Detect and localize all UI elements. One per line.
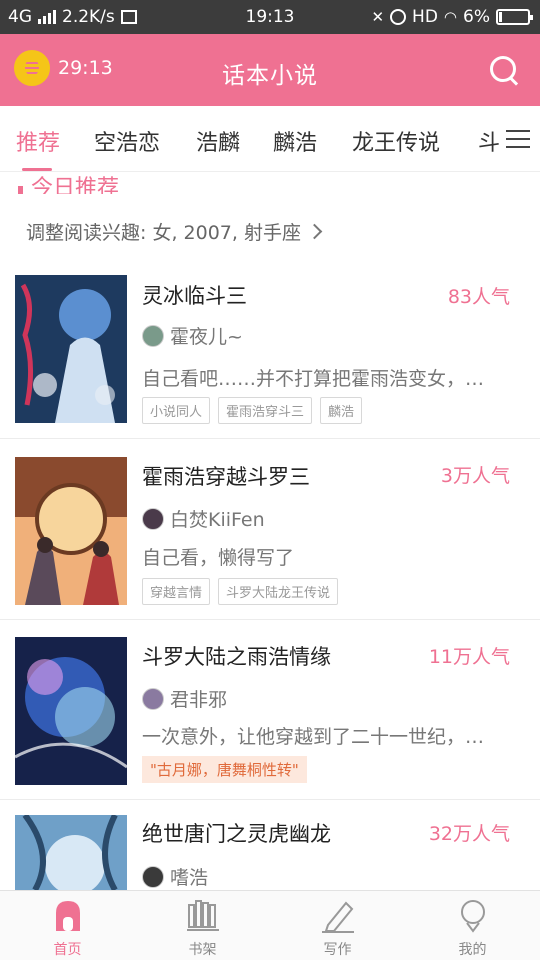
avatar	[142, 687, 164, 710]
tab-recommend[interactable]: 推荐	[16, 125, 60, 157]
book-title[interactable]: 霍雨浩穿越斗罗三	[142, 461, 310, 491]
book-cover[interactable]	[15, 815, 127, 890]
author-name: 白焚KiiFen	[170, 509, 265, 531]
highlight-tag[interactable]: "古月娜，唐舞桐性转"	[142, 756, 307, 783]
book-popularity: 83人气	[447, 286, 510, 308]
tag[interactable]: 麟浩	[320, 397, 363, 424]
tab-kong-hao-lian[interactable]: 空浩恋	[94, 125, 160, 157]
book-cover[interactable]	[15, 457, 127, 605]
search-icon[interactable]	[488, 54, 520, 86]
nav-label: 写作	[323, 942, 352, 958]
book-title[interactable]: 灵冰临斗三	[142, 280, 247, 310]
tag[interactable]: 小说同人	[142, 397, 211, 424]
book-title[interactable]: 绝世唐门之灵虎幽龙	[142, 818, 331, 848]
reading-interest-link[interactable]: 调整阅读兴趣: 女, 2007, 射手座	[26, 218, 323, 245]
book-popularity: 11万人气	[428, 646, 510, 668]
author-name: 嗜浩	[170, 867, 209, 889]
section-title-text: 今日推荐	[31, 176, 120, 194]
tab-hao-lin[interactable]: 浩麟	[196, 125, 240, 157]
battery-percent: 6%	[463, 7, 490, 27]
bottom-navigation: 首页 书架 写作 我的	[0, 890, 540, 960]
nav-home[interactable]: 首页	[0, 891, 135, 960]
alarm-icon	[390, 9, 407, 25]
section-marker	[18, 186, 23, 194]
book-item[interactable]: 斗罗大陆之雨浩情缘 11万人气 君非邪 一次意外，让他穿越到了二十一世纪，… "…	[0, 620, 540, 800]
book-tags: 小说同人 霍雨浩穿斗三 麟浩	[142, 397, 363, 424]
section-title: 今日推荐	[18, 172, 119, 194]
app-title: 话本小说	[222, 63, 318, 89]
tag[interactable]: 穿越言情	[142, 578, 211, 605]
active-tab-indicator	[22, 168, 52, 171]
book-popularity: 32万人气	[428, 823, 510, 845]
book-author[interactable]: 嗜浩	[142, 863, 208, 890]
menu-icon[interactable]	[506, 128, 532, 150]
book-author[interactable]: 霍夜儿~	[142, 322, 243, 349]
book-description: 自己看，懒得写了	[142, 547, 295, 569]
author-name: 君非邪	[170, 689, 228, 711]
author-name: 霍夜儿~	[170, 326, 243, 348]
book-title[interactable]: 斗罗大陆之雨浩情缘	[142, 641, 331, 671]
nav-label: 首页	[53, 942, 82, 958]
book-cover[interactable]	[15, 637, 127, 785]
wifi-icon: ◠	[443, 8, 458, 26]
book-description: 自己看吧……并不打算把霍雨浩变女，…	[142, 368, 485, 390]
bookshelf-icon	[187, 900, 219, 931]
battery-icon	[496, 9, 533, 25]
nav-bookshelf[interactable]: 书架	[135, 891, 270, 960]
book-description: 一次意外，让他穿越到了二十一世纪，…	[142, 726, 485, 748]
status-bar: 4G 2.2K/s 19:13 ✕ HD ◠ 6%	[0, 0, 540, 34]
tag[interactable]: 斗罗大陆龙王传说	[218, 578, 339, 605]
book-author[interactable]: 君非邪	[142, 685, 227, 712]
category-tabs: 推荐 空浩恋 浩麟 麟浩 龙王传说 斗	[0, 106, 540, 172]
nav-label: 书架	[188, 942, 217, 958]
hd-label: HD	[412, 7, 438, 27]
home-icon	[56, 901, 80, 931]
avatar	[142, 324, 164, 347]
tag[interactable]: 霍雨浩穿斗三	[218, 397, 313, 424]
tab-lin-hao[interactable]: 麟浩	[273, 125, 317, 157]
tab-long-wang-chuan-shuo[interactable]: 龙王传说	[352, 125, 440, 157]
avatar	[142, 865, 164, 888]
profile-icon	[461, 900, 485, 933]
tab-dou[interactable]: 斗	[478, 125, 500, 157]
nav-profile[interactable]: 我的	[405, 891, 540, 960]
nav-write[interactable]: 写作	[270, 891, 405, 960]
pencil-icon	[322, 901, 354, 933]
book-popularity: 3万人气	[440, 465, 510, 487]
book-tags: 穿越言情 斗罗大陆龙王传说	[142, 578, 339, 605]
book-cover[interactable]	[15, 275, 127, 423]
book-author[interactable]: 白焚KiiFen	[142, 505, 265, 532]
book-item[interactable]: 绝世唐门之灵虎幽龙 32万人气 嗜浩	[0, 800, 540, 890]
nav-label: 我的	[458, 942, 487, 958]
book-item[interactable]: 霍雨浩穿越斗罗三 3万人气 白焚KiiFen 自己看，懒得写了 穿越言情 斗罗大…	[0, 439, 540, 620]
status-right: ✕ HD ◠ 6%	[371, 7, 533, 27]
mute-icon: ✕	[371, 8, 385, 26]
avatar	[142, 507, 164, 530]
interest-text: 调整阅读兴趣: 女, 2007, 射手座	[26, 222, 301, 244]
book-item[interactable]: 灵冰临斗三 83人气 霍夜儿~ 自己看吧……并不打算把霍雨浩变女，… 小说同人 …	[0, 254, 540, 439]
chevron-right-icon	[306, 223, 323, 240]
app-header: 29:13 话本小说	[0, 34, 540, 106]
